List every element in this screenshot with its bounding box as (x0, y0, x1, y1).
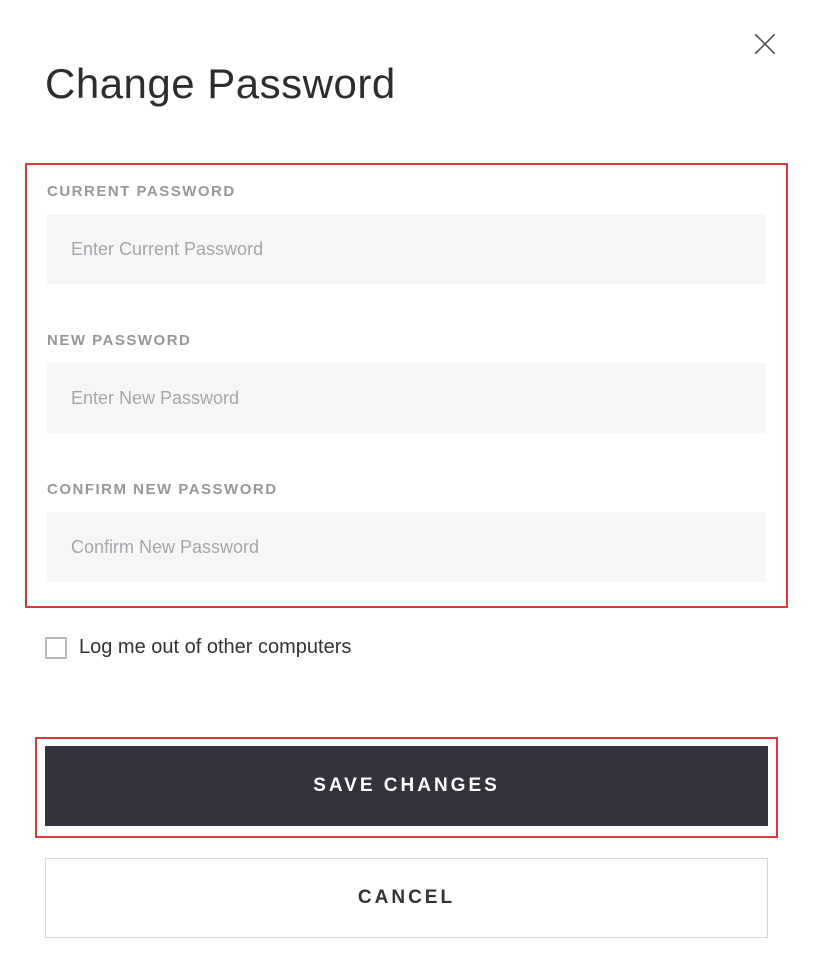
new-password-group: NEW PASSWORD (47, 332, 766, 433)
page-title: Change Password (45, 60, 768, 108)
logout-checkbox-label: Log me out of other computers (79, 636, 351, 659)
save-changes-button[interactable]: SAVE CHANGES (45, 746, 768, 826)
current-password-input[interactable] (47, 214, 766, 284)
cancel-button[interactable]: CANCEL (45, 858, 768, 938)
new-password-input[interactable] (47, 363, 766, 433)
logout-checkbox[interactable] (45, 637, 67, 659)
close-button[interactable] (749, 28, 781, 60)
current-password-group: CURRENT PASSWORD (47, 183, 766, 284)
save-button-section: SAVE CHANGES (35, 737, 778, 838)
close-icon (752, 31, 778, 57)
confirm-password-label: CONFIRM NEW PASSWORD (47, 481, 766, 498)
current-password-label: CURRENT PASSWORD (47, 183, 766, 200)
logout-checkbox-row[interactable]: Log me out of other computers (45, 636, 768, 659)
new-password-label: NEW PASSWORD (47, 332, 766, 349)
confirm-password-input[interactable] (47, 512, 766, 582)
password-form-section: CURRENT PASSWORD NEW PASSWORD CONFIRM NE… (25, 163, 788, 608)
confirm-password-group: CONFIRM NEW PASSWORD (47, 481, 766, 582)
